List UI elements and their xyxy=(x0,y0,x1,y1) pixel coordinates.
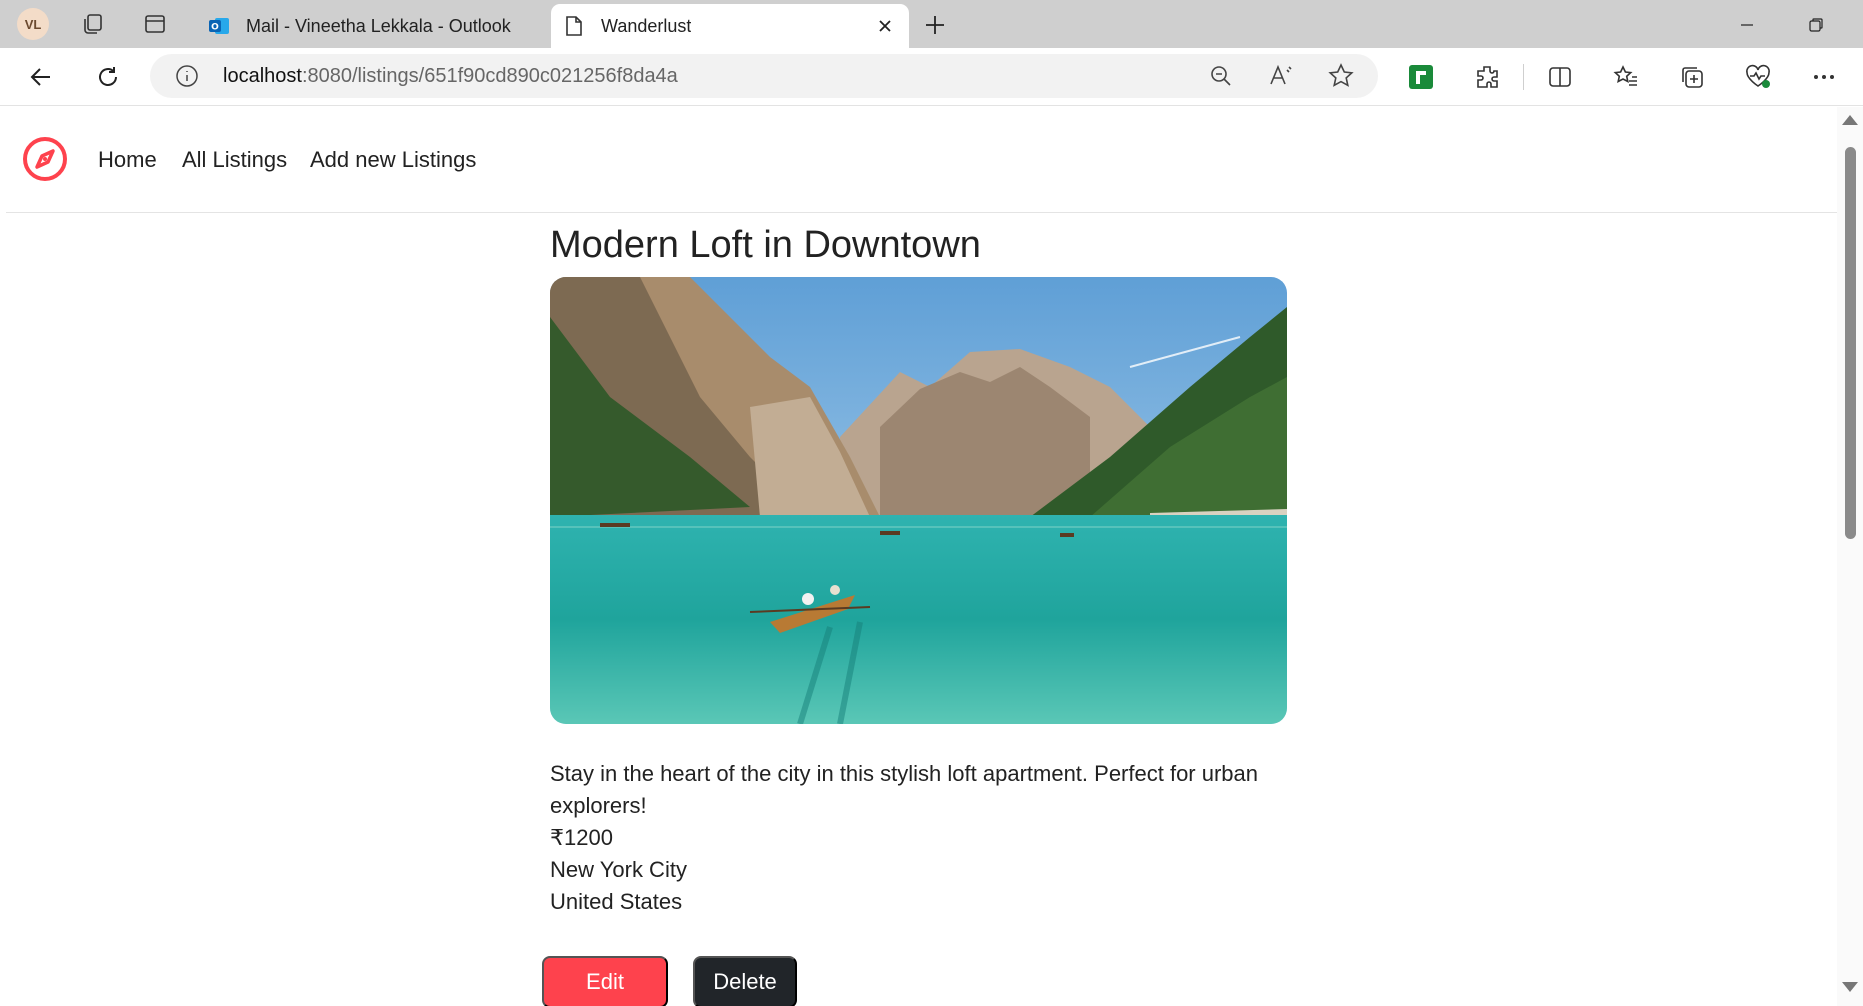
workspaces-icon[interactable] xyxy=(79,10,107,38)
delete-button[interactable]: Delete xyxy=(693,956,797,1006)
tab-wanderlust[interactable]: Wanderlust xyxy=(551,4,909,48)
split-screen-icon[interactable] xyxy=(1543,60,1577,94)
compass-icon[interactable] xyxy=(22,136,68,182)
tab-outlook-mail[interactable]: O Mail - Vineetha Lekkala - Outlook xyxy=(196,4,548,48)
browser-tab-strip: VL O Mail - Vineetha Lekkala - Outlook W… xyxy=(0,0,1863,48)
tab-title: Mail - Vineetha Lekkala - Outlook xyxy=(246,15,511,36)
listing-country: United States xyxy=(550,889,683,914)
svg-text:O: O xyxy=(211,23,219,33)
toolbar-divider xyxy=(1523,64,1524,90)
favorite-star-icon[interactable] xyxy=(1327,62,1355,90)
close-tab-icon[interactable] xyxy=(873,14,897,38)
restore-button[interactable] xyxy=(1801,10,1831,40)
outlook-icon: O xyxy=(206,13,232,39)
listing-description: Stay in the heart of the city in this st… xyxy=(550,761,1259,818)
edit-button[interactable]: Edit xyxy=(542,956,668,1006)
url-text[interactable]: localhost:8080/listings/651f90cd890c0212… xyxy=(223,65,678,88)
green-extension-icon[interactable] xyxy=(1404,60,1438,94)
read-aloud-icon[interactable] xyxy=(1267,62,1295,90)
listing-detail: Modern Loft in Downtown Stay in the hear… xyxy=(550,215,1310,918)
page-viewport: Home All Listings Add new Listings Moder… xyxy=(6,107,1837,1006)
favorites-list-icon[interactable] xyxy=(1609,60,1643,94)
tab-actions-icon[interactable] xyxy=(141,10,169,38)
site-info-icon[interactable] xyxy=(174,63,200,89)
tab-title: Wanderlust xyxy=(601,15,692,36)
address-bar[interactable]: localhost:8080/listings/651f90cd890c0212… xyxy=(150,54,1378,98)
nav-all-listings-link[interactable]: All Listings xyxy=(182,147,287,173)
minimize-button[interactable] xyxy=(1732,10,1762,40)
listing-price: ₹1200 xyxy=(550,825,613,850)
new-tab-button[interactable] xyxy=(920,10,950,40)
browser-essentials-icon[interactable] xyxy=(1741,60,1775,94)
profile-avatar[interactable]: VL xyxy=(17,8,49,40)
reload-button[interactable] xyxy=(91,60,125,94)
page-scrollbar[interactable] xyxy=(1837,107,1863,1006)
back-button[interactable] xyxy=(24,60,58,94)
document-icon xyxy=(561,13,587,39)
nav-home-link[interactable]: Home xyxy=(98,147,157,173)
listing-title: Modern Loft in Downtown xyxy=(550,224,981,266)
zoom-out-icon[interactable] xyxy=(1207,62,1235,90)
site-navbar: Home All Listings Add new Listings xyxy=(6,107,1837,213)
scrollbar-thumb[interactable] xyxy=(1845,147,1856,539)
more-options-icon[interactable] xyxy=(1807,60,1841,94)
scroll-up-arrow-icon[interactable] xyxy=(1842,115,1858,125)
listing-location: New York City xyxy=(550,857,687,882)
extensions-icon[interactable] xyxy=(1470,60,1504,94)
listing-image xyxy=(550,277,1287,724)
collections-icon[interactable] xyxy=(1675,60,1709,94)
nav-add-listing-link[interactable]: Add new Listings xyxy=(310,147,476,173)
listing-info: Stay in the heart of the city in this st… xyxy=(550,758,1310,918)
browser-toolbar: localhost:8080/listings/651f90cd890c0212… xyxy=(0,48,1863,106)
scroll-down-arrow-icon[interactable] xyxy=(1842,982,1858,992)
